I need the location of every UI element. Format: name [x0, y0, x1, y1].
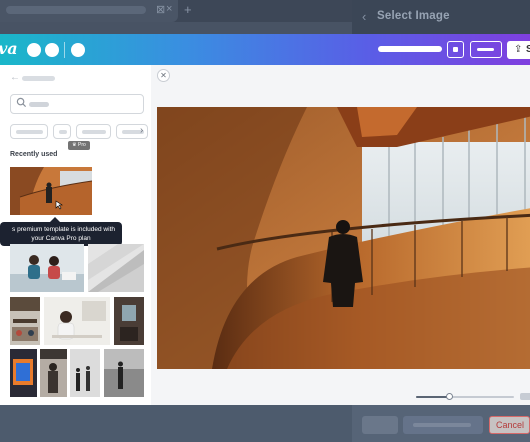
- thumbnail-bw-street-image: [104, 349, 144, 397]
- close-icon[interactable]: ✕: [157, 69, 170, 82]
- preview-image: [157, 107, 530, 369]
- back-label-placeholder: [22, 76, 55, 81]
- chevron-left-icon[interactable]: ‹: [362, 9, 366, 24]
- toolbar-outline-button[interactable]: [470, 41, 502, 58]
- thumbnail-people-walking-image: [70, 349, 100, 397]
- thumbnail-abstract-image: [88, 244, 144, 292]
- cancel-button[interactable]: Cancel: [489, 416, 530, 434]
- thumbnail-stairs-image: [10, 167, 92, 215]
- share-label: S: [526, 44, 530, 55]
- thumbnail-family[interactable]: [10, 244, 84, 292]
- thumbnail-person-dark-image: [40, 349, 67, 397]
- thumbnail-bw-street[interactable]: [104, 349, 144, 397]
- zoom-slider-handle[interactable]: [446, 393, 453, 400]
- square-icon: [453, 47, 458, 52]
- thumbnail-restaurant[interactable]: [10, 297, 40, 345]
- chevron-right-icon[interactable]: ›: [140, 125, 143, 136]
- toolbar-square-button[interactable]: [447, 41, 464, 58]
- screen: ⊠ × + ‹ Select Image Cancel va ⇪ S ←: [0, 0, 530, 442]
- footer-action-label-placeholder: [413, 423, 471, 427]
- toolbar-circle-button-1[interactable]: [27, 43, 41, 57]
- thumbnail-abstract[interactable]: [88, 244, 144, 292]
- search-icon: [16, 97, 27, 108]
- tooltip-line-1: s premium template is included with: [12, 226, 115, 233]
- thumbnail-laptop-image: [10, 349, 37, 397]
- select-image-title: Select Image: [377, 10, 450, 22]
- zoom-slider-fill: [416, 396, 448, 398]
- toolbar-circle-button-2[interactable]: [45, 43, 59, 57]
- upload-icon: ⇪: [514, 44, 523, 55]
- hand-cursor-icon: [55, 200, 63, 210]
- toolbar-divider: [64, 42, 65, 58]
- thumbnail-interior[interactable]: [114, 297, 144, 345]
- thumbnail-people-walking[interactable]: [70, 349, 100, 397]
- thumbnail-person-dark[interactable]: [40, 349, 67, 397]
- filter-chip-3[interactable]: [76, 124, 111, 139]
- cancel-label: Cancel: [496, 420, 525, 430]
- thumbnail-cafe-woman-image: [44, 297, 110, 345]
- search-placeholder: [29, 102, 49, 107]
- recently-used-heading: Recently used: [10, 151, 58, 158]
- design-title-placeholder[interactable]: [378, 46, 442, 52]
- chip-label-placeholder: [59, 130, 67, 134]
- toolbar-circle-button-3[interactable]: [71, 43, 85, 57]
- tab-close-icon[interactable]: ×: [166, 3, 172, 15]
- preview-image-graphic: [157, 107, 530, 369]
- pro-tooltip: s premium template is included with your…: [0, 222, 122, 246]
- filter-chip-1[interactable]: [10, 124, 48, 139]
- thumbnail-interior-image: [114, 297, 144, 345]
- search-input[interactable]: [10, 94, 144, 114]
- zoom-value-field[interactable]: [520, 393, 530, 400]
- thumbnail-laptop[interactable]: [10, 349, 37, 397]
- tab-title-placeholder: [6, 6, 146, 14]
- pro-badge: ♛ Pro: [68, 141, 90, 150]
- thumbnail-restaurant-image: [10, 297, 40, 345]
- tooltip-line-2: your Canva Pro plan: [31, 235, 91, 242]
- browser-tab[interactable]: ⊠ ×: [0, 0, 178, 22]
- back-arrow-icon[interactable]: ←: [10, 72, 20, 83]
- thumbnail-stairs[interactable]: [10, 167, 92, 215]
- filter-chip-2[interactable]: [53, 124, 71, 139]
- chip-label-placeholder: [82, 130, 106, 134]
- tab-mute-icon[interactable]: ⊠: [156, 3, 165, 16]
- footer-action-button[interactable]: [403, 416, 483, 434]
- chip-label-placeholder: [16, 130, 43, 134]
- thumbnail-family-image: [10, 244, 84, 292]
- canva-logo[interactable]: va: [0, 39, 18, 58]
- new-tab-icon[interactable]: +: [184, 2, 192, 17]
- outline-button-label-placeholder: [477, 48, 494, 51]
- share-button[interactable]: ⇪ S: [507, 41, 530, 59]
- thumbnail-cafe-woman[interactable]: [44, 297, 110, 345]
- footer-back-button[interactable]: [362, 416, 398, 434]
